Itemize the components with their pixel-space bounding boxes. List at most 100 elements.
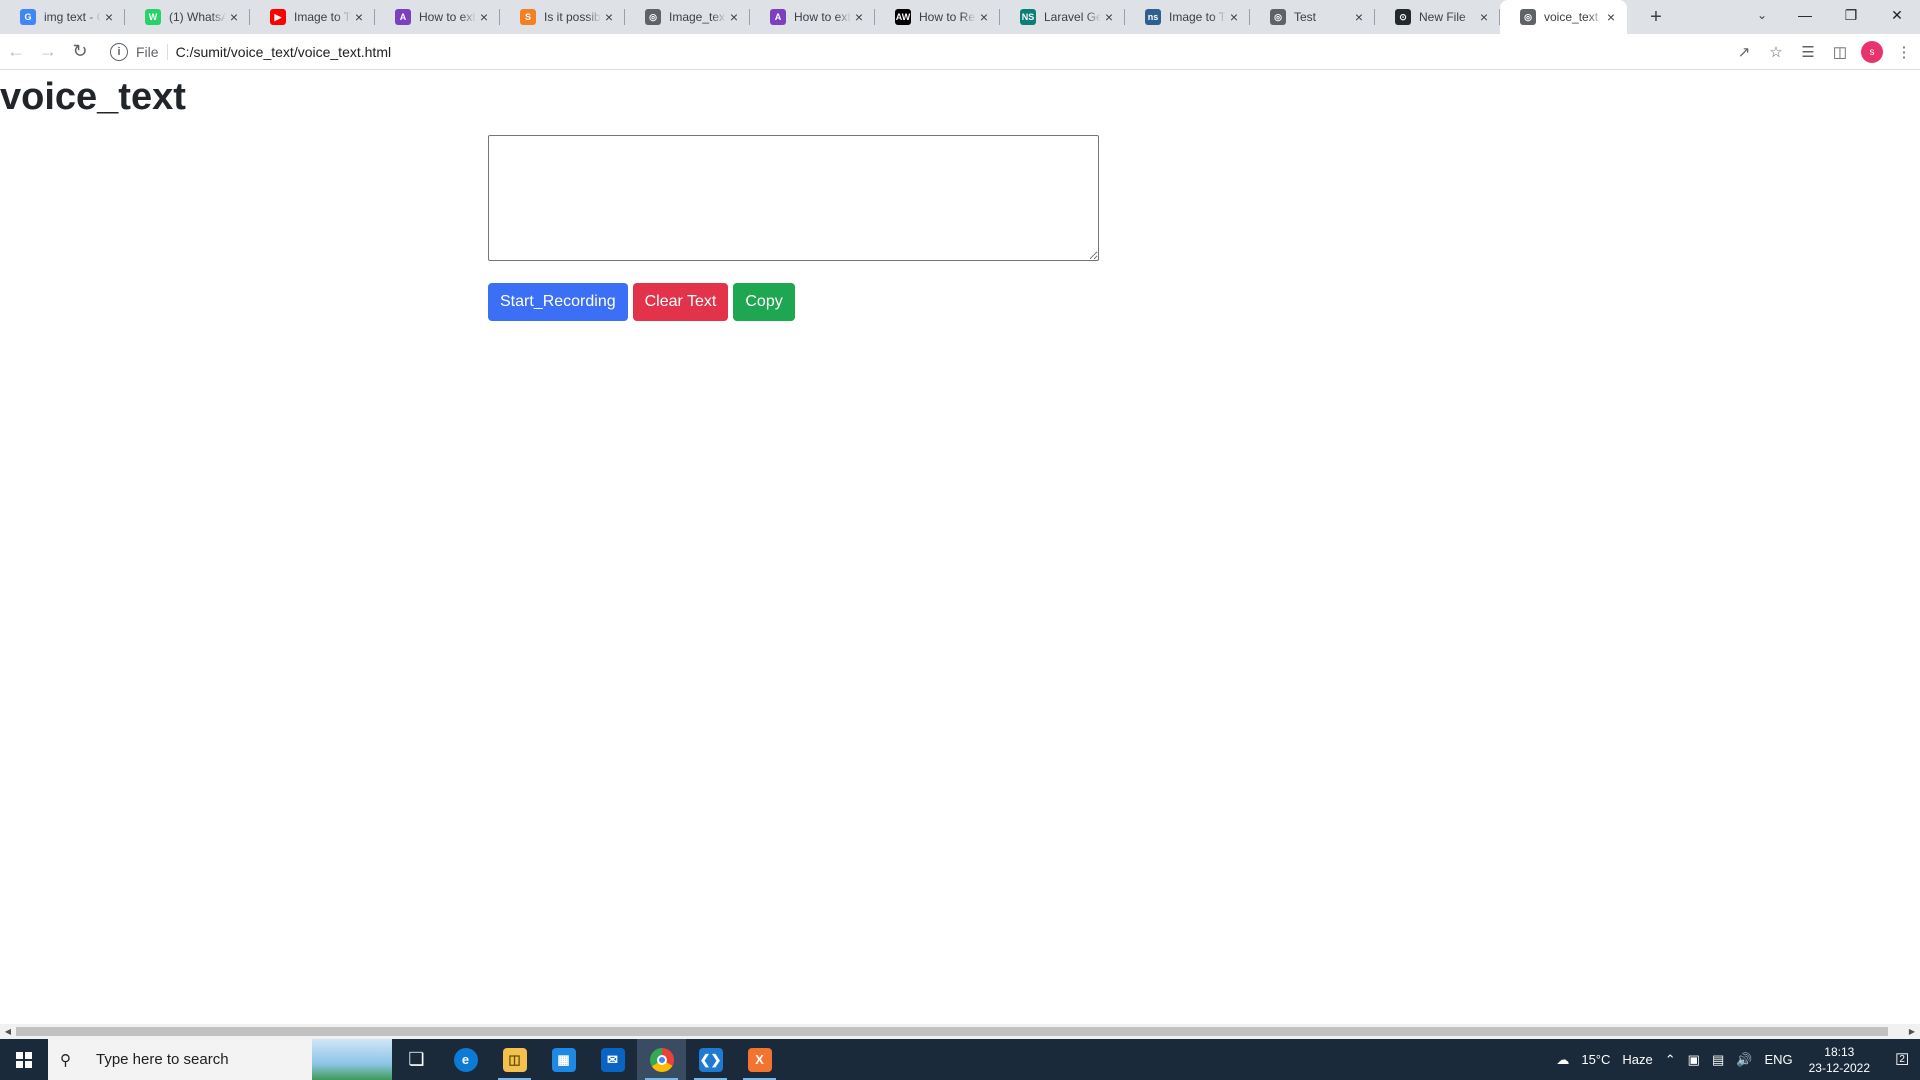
- side-panel-icon[interactable]: ◫: [1824, 36, 1856, 68]
- horizontal-scrollbar[interactable]: ◀ ▶: [0, 1024, 1920, 1039]
- tab-close-icon[interactable]: ×: [1351, 9, 1367, 25]
- tab-search-chevron-icon[interactable]: ⌄: [1742, 0, 1782, 30]
- clear-text-button[interactable]: Clear Text: [632, 283, 729, 321]
- bookmark-icon: A: [395, 9, 411, 25]
- star-icon[interactable]: ☆: [1760, 36, 1792, 68]
- clock[interactable]: 18:13 23-12-2022: [1799, 1044, 1880, 1076]
- voice-text-textarea[interactable]: [488, 135, 1099, 261]
- notification-icon[interactable]: ☐ 2: [1880, 1050, 1920, 1070]
- avatar: s: [1861, 41, 1883, 63]
- browser-tab[interactable]: A How to extr ×: [375, 0, 500, 34]
- meet-now-icon[interactable]: ▣: [1682, 1052, 1706, 1068]
- browser-tab[interactable]: AW How to Rea ×: [875, 0, 1000, 34]
- close-window-icon[interactable]: ✕: [1874, 0, 1920, 30]
- whatsapp-icon: W: [145, 9, 161, 25]
- store-icon[interactable]: ▦: [539, 1039, 588, 1080]
- browser-tab[interactable]: S Is it possibl ×: [500, 0, 625, 34]
- tab-close-icon[interactable]: ×: [1101, 9, 1117, 25]
- aw-icon: AW: [895, 9, 911, 25]
- address-scheme: File: [136, 44, 168, 60]
- volume-icon[interactable]: 🔊: [1730, 1052, 1758, 1068]
- start-button[interactable]: [0, 1039, 48, 1080]
- restore-icon[interactable]: ❐: [1828, 0, 1874, 30]
- ns-icon: NS: [1020, 9, 1036, 25]
- edge-icon[interactable]: e: [441, 1039, 490, 1080]
- scroll-left-arrow-icon[interactable]: ◀: [0, 1024, 16, 1039]
- globe-icon: ◎: [1270, 9, 1286, 25]
- browser-tab[interactable]: Gimg text - G ×: [0, 0, 125, 34]
- clock-date: 23-12-2022: [1808, 1060, 1870, 1075]
- tab-title: How to extr: [419, 10, 476, 24]
- task-view-icon[interactable]: ❏: [392, 1039, 441, 1080]
- weather-temperature[interactable]: 15°C: [1575, 1052, 1616, 1067]
- tab-close-icon[interactable]: ×: [476, 9, 492, 25]
- file-explorer-icon[interactable]: ◫: [490, 1039, 539, 1080]
- stackoverflow-icon: S: [520, 9, 536, 25]
- tab-close-icon[interactable]: ×: [1476, 9, 1492, 25]
- network-icon[interactable]: ▤: [1706, 1052, 1730, 1068]
- back-arrow-icon[interactable]: ←: [0, 36, 32, 68]
- tab-title: Image to Te: [1169, 10, 1226, 24]
- profile-avatar[interactable]: s: [1856, 36, 1888, 68]
- scrollbar-thumb[interactable]: [16, 1027, 1888, 1036]
- page-title: voice_text: [0, 76, 186, 118]
- menu-kebab-icon[interactable]: ⋮: [1888, 36, 1920, 68]
- browser-tab[interactable]: ▶ Image to Te ×: [250, 0, 375, 34]
- mail-icon[interactable]: ✉: [588, 1039, 637, 1080]
- tab-title: Is it possibl: [544, 10, 601, 24]
- reload-icon[interactable]: ↻: [64, 36, 96, 68]
- search-highlight-image: [312, 1039, 392, 1080]
- tab-close-icon[interactable]: ×: [351, 9, 367, 25]
- copy-button[interactable]: Copy: [733, 283, 795, 321]
- weather-cloud-icon[interactable]: ☁: [1550, 1052, 1575, 1068]
- tab-title: img text - G: [44, 10, 101, 24]
- forward-arrow-icon[interactable]: →: [32, 36, 64, 68]
- minimize-icon[interactable]: —: [1782, 0, 1828, 30]
- browser-tab[interactable]: A How to extr ×: [750, 0, 875, 34]
- bookmark-icon: A: [770, 9, 786, 25]
- notification-count: 2: [1899, 1054, 1905, 1065]
- tab-close-icon[interactable]: ×: [101, 9, 117, 25]
- info-icon[interactable]: i: [110, 43, 128, 61]
- tab-close-icon[interactable]: ×: [1226, 9, 1242, 25]
- browser-tab[interactable]: W (1) WhatsAp×: [125, 0, 250, 34]
- google-icon: G: [20, 9, 36, 25]
- vscode-icon[interactable]: ❮❯: [686, 1039, 735, 1080]
- button-group: Start_Recording Clear Text Copy: [488, 283, 795, 321]
- windows-taskbar: ⚲ Type here to search ❏ e ◫ ▦ ✉ ❮❯ X ☁ 1…: [0, 1039, 1920, 1080]
- tab-title: (1) WhatsAp: [169, 10, 226, 24]
- browser-tab[interactable]: ⊙ New File ×: [1375, 0, 1500, 34]
- start-recording-button[interactable]: Start_Recording: [488, 283, 628, 321]
- address-bar[interactable]: i File C:/sumit/voice_text/voice_text.ht…: [110, 37, 1780, 67]
- browser-tab[interactable]: NS Laravel Gen×: [1000, 0, 1125, 34]
- scroll-right-arrow-icon[interactable]: ▶: [1904, 1024, 1920, 1039]
- youtube-icon: ▶: [270, 9, 286, 25]
- tab-close-icon[interactable]: ×: [976, 9, 992, 25]
- tab-close-icon[interactable]: ×: [726, 9, 742, 25]
- search-icon: ⚲: [60, 1051, 71, 1069]
- browser-toolbar: ← → ↻ i File C:/sumit/voice_text/voice_t…: [0, 34, 1920, 70]
- xampp-icon[interactable]: X: [735, 1039, 784, 1080]
- search-placeholder: Type here to search: [96, 1051, 229, 1068]
- browser-tab[interactable]: ◎ Image_text ×: [625, 0, 750, 34]
- tab-close-icon[interactable]: ×: [601, 9, 617, 25]
- taskbar-search-box[interactable]: ⚲ Type here to search: [48, 1039, 392, 1080]
- language-indicator[interactable]: ENG: [1758, 1052, 1798, 1067]
- browser-tab[interactable]: ns Image to Te ×: [1125, 0, 1250, 34]
- globe-icon: ◎: [1520, 9, 1536, 25]
- weather-condition[interactable]: Haze: [1616, 1052, 1658, 1067]
- browser-tab[interactable]: ◎ voice_text ×: [1500, 0, 1627, 34]
- media-queue-icon[interactable]: ☰: [1792, 36, 1824, 68]
- tab-close-icon[interactable]: ×: [1603, 9, 1619, 25]
- chevron-up-icon[interactable]: ⌃: [1659, 1052, 1682, 1068]
- tab-title: How to Rea: [919, 10, 976, 24]
- browser-tab[interactable]: ◎ Test ×: [1250, 0, 1375, 34]
- chrome-icon[interactable]: [637, 1039, 686, 1080]
- new-tab-button[interactable]: +: [1641, 0, 1671, 34]
- tab-close-icon[interactable]: ×: [226, 9, 242, 25]
- tab-title: Image_text: [669, 10, 726, 24]
- address-url[interactable]: C:/sumit/voice_text/voice_text.html: [176, 44, 392, 60]
- tab-title: Image to Te: [294, 10, 351, 24]
- tab-close-icon[interactable]: ×: [851, 9, 867, 25]
- share-icon[interactable]: ↗: [1728, 36, 1760, 68]
